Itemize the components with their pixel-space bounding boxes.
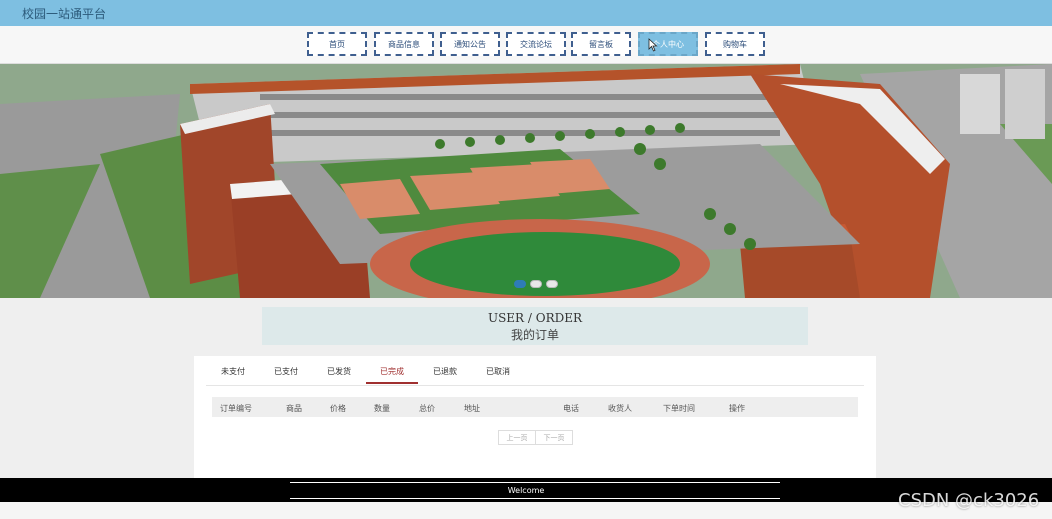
carousel-dot-1[interactable]	[514, 280, 526, 288]
col-order-no: 订单编号	[220, 404, 252, 413]
section-heading: USER / ORDER 我的订单	[262, 307, 808, 345]
col-phone: 电话	[563, 404, 579, 413]
col-quantity: 数量	[374, 404, 390, 413]
col-product: 商品	[286, 404, 302, 413]
tab-refunded[interactable]: 已退款	[433, 366, 457, 384]
prev-page-button[interactable]: 上一页	[498, 430, 536, 445]
footer-welcome: Welcome	[507, 486, 545, 495]
nav-message-board[interactable]: 留言板	[571, 32, 631, 56]
col-actions: 操作	[729, 404, 745, 413]
section-title-cn: 我的订单	[510, 328, 559, 342]
nav-forum[interactable]: 交流论坛	[506, 32, 566, 56]
tab-divider	[206, 385, 864, 386]
bottom-strip	[0, 502, 1052, 519]
order-table-header: 订单编号 商品 价格 数量 总价 地址 电话 收货人 下单时间 操作	[212, 397, 858, 417]
main-nav: 首页 商品信息 通知公告 交流论坛 留言板 个人中心 购物车	[0, 26, 1052, 64]
section-title-en: USER / ORDER	[487, 311, 583, 325]
nav-products[interactable]: 商品信息	[374, 32, 434, 56]
footer-divider-top	[290, 482, 780, 483]
footer-divider-bottom	[290, 498, 780, 499]
nav-cart[interactable]: 购物车	[705, 32, 765, 56]
nav-user-center[interactable]: 个人中心	[638, 32, 698, 56]
nav-home[interactable]: 首页	[307, 32, 367, 56]
tab-completed[interactable]: 已完成	[366, 366, 418, 384]
col-address: 地址	[464, 404, 480, 413]
carousel-dot-3[interactable]	[546, 280, 558, 288]
carousel-dot-2[interactable]	[530, 280, 542, 288]
tab-paid[interactable]: 已支付	[274, 366, 298, 384]
banner-carousel[interactable]	[0, 64, 1052, 298]
col-total: 总价	[419, 404, 435, 413]
next-page-button[interactable]: 下一页	[535, 430, 573, 445]
nav-notices[interactable]: 通知公告	[440, 32, 500, 56]
col-receiver: 收货人	[608, 404, 632, 413]
campus-aerial-image	[0, 64, 1052, 298]
order-panel: 未支付 已支付 已发货 已完成 已退款 已取消 订单编号 商品 价格 数量 总价…	[194, 356, 876, 478]
tab-cancelled[interactable]: 已取消	[486, 366, 510, 384]
tab-unpaid[interactable]: 未支付	[221, 366, 245, 384]
footer: Welcome	[0, 478, 1052, 502]
col-price: 价格	[330, 404, 346, 413]
top-bar: 校园一站通平台	[0, 0, 1052, 26]
col-order-time: 下单时间	[663, 404, 695, 413]
tab-shipped[interactable]: 已发货	[327, 366, 351, 384]
site-title: 校园一站通平台	[22, 7, 107, 21]
csdn-watermark: CSDN @ck3026	[898, 490, 1040, 511]
mouse-cursor-icon	[648, 38, 658, 52]
